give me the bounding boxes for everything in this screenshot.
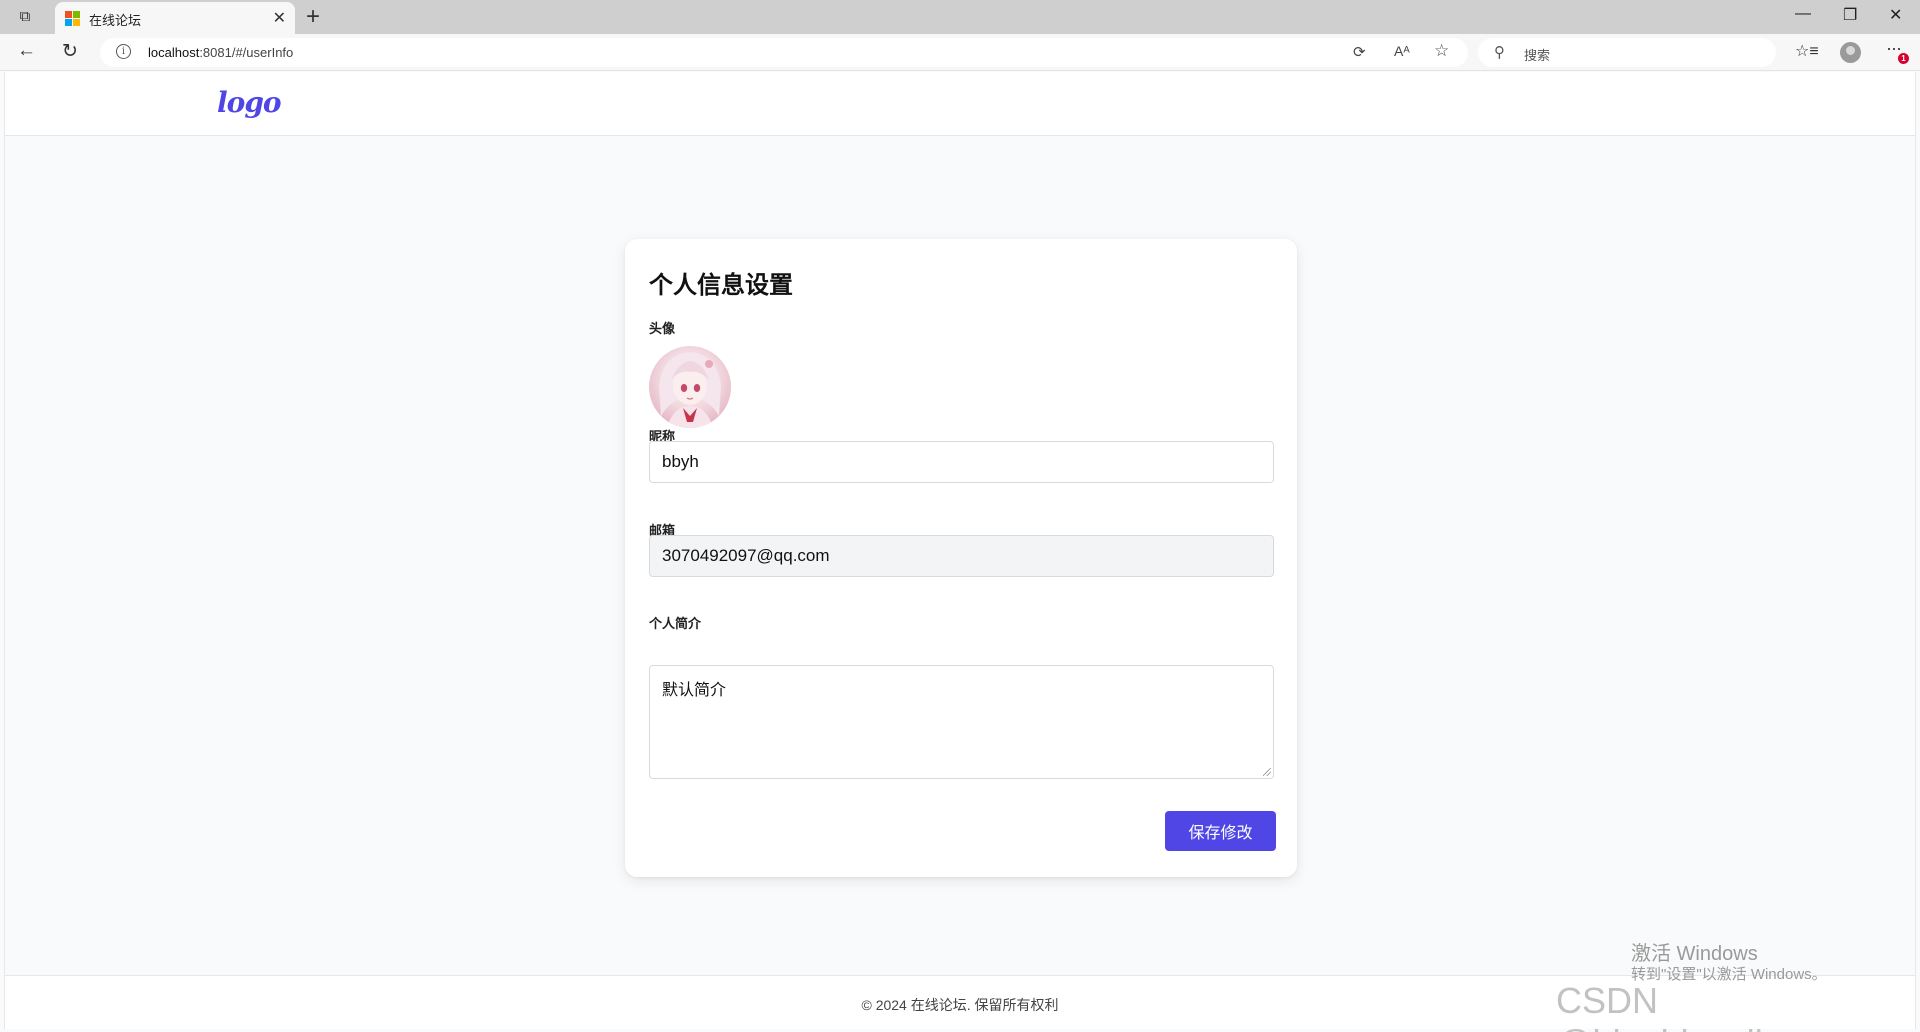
minimize-icon[interactable]: —: [1795, 5, 1811, 23]
nickname-input[interactable]: bbyh: [649, 441, 1274, 483]
close-tab-icon[interactable]: ✕: [273, 8, 286, 28]
window-close-icon[interactable]: ✕: [1889, 5, 1902, 25]
tab-favicon-icon: [65, 11, 80, 26]
restore-icon[interactable]: ❐: [1843, 5, 1857, 25]
url-text[interactable]: localhost:8081/#/userInfo: [148, 45, 293, 60]
favorite-star-icon[interactable]: ☆: [1434, 41, 1449, 61]
page: logo 个人信息设置 头像 昵称 bbyh 邮箱 3070492097@qq.…: [4, 72, 1916, 1029]
avatar-label: 头像: [649, 321, 676, 336]
site-info-icon[interactable]: i: [116, 44, 131, 59]
address-bar[interactable]: i localhost:8081/#/userInfo ⟳ Aᴬ ☆: [100, 38, 1468, 67]
site-header: logo: [5, 72, 1915, 136]
profile-avatar-icon[interactable]: [1840, 42, 1861, 63]
save-button[interactable]: 保存修改: [1165, 811, 1276, 851]
browser-toolbar: ← ↻ i localhost:8081/#/userInfo ⟳ Aᴬ ☆ ⚲…: [0, 34, 1920, 71]
back-icon[interactable]: ←: [17, 40, 36, 62]
email-field[interactable]: 3070492097@qq.com: [649, 535, 1274, 577]
app-available-icon[interactable]: ⟳: [1353, 43, 1366, 61]
tab-title: 在线论坛: [89, 13, 142, 28]
read-aloud-icon[interactable]: Aᴬ: [1394, 43, 1410, 59]
workspaces-icon[interactable]: ⧉: [14, 7, 36, 27]
csdn-watermark: CSDN @bingbingyihao: [1556, 980, 1815, 1032]
bio-label: 个人简介: [649, 616, 702, 631]
profile-settings-card: 个人信息设置 头像 昵称 bbyh 邮箱 3070492097@qq.com 个…: [625, 239, 1297, 877]
search-box[interactable]: ⚲ 搜索: [1478, 38, 1776, 67]
notification-badge: 1: [1898, 53, 1909, 64]
site-logo[interactable]: logo: [217, 86, 282, 119]
browser-tab[interactable]: 在线论坛 ✕: [55, 2, 295, 34]
favorites-list-icon[interactable]: ☆≡: [1795, 41, 1819, 61]
resize-handle[interactable]: [1263, 768, 1271, 776]
refresh-icon[interactable]: ↻: [62, 40, 78, 63]
bio-text: 默认简介: [662, 682, 727, 699]
bio-textarea[interactable]: 默认简介: [649, 665, 1274, 779]
new-tab-button[interactable]: +: [306, 3, 320, 31]
avatar[interactable]: [649, 346, 731, 428]
search-icon: ⚲: [1494, 44, 1505, 61]
activate-windows-title: 激活 Windows: [1631, 943, 1758, 965]
browser-tab-strip: ⧉ 在线论坛 ✕ + — ❐ ✕: [0, 0, 1920, 34]
page-title: 个人信息设置: [649, 272, 793, 299]
search-placeholder: 搜索: [1524, 48, 1551, 63]
